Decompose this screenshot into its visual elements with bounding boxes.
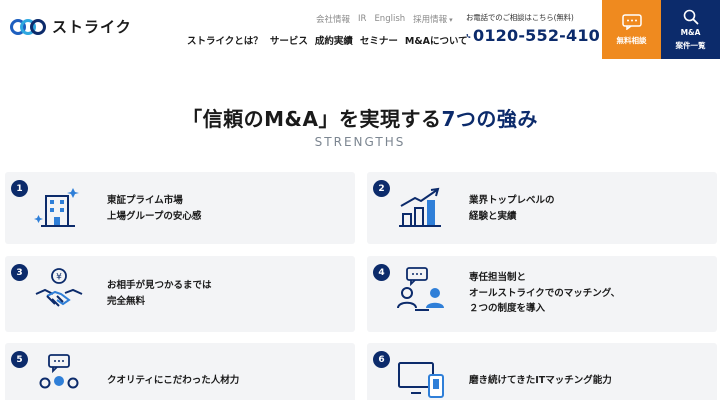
svg-text:¥: ¥ <box>56 273 62 283</box>
phone-icon <box>466 33 471 38</box>
card-line: 経験と実績 <box>469 210 517 222</box>
card-text: 磨き続けてきたITマッチング能力 <box>469 373 612 389</box>
util-link-recruit[interactable]: 採用情報 ▾ <box>413 13 453 25</box>
chat-bubble-icon <box>621 13 642 30</box>
ma-listings-label-2: 案件一覧 <box>675 40 706 50</box>
strength-card-6[interactable]: 6 磨き続けてきたITマッチング能力 <box>367 343 717 400</box>
main-nav: ストライクとは？ サービス 成約実績 セミナー M&Aについて <box>187 33 468 47</box>
free-consultation-button[interactable]: 無料相談 <box>602 0 661 59</box>
growth-chart-icon <box>399 187 441 227</box>
card-line: 上場グループの安心感 <box>107 210 202 222</box>
util-link-ir[interactable]: IR <box>358 14 366 24</box>
number-badge: 6 <box>373 351 390 368</box>
strength-card-5[interactable]: 5 クオリティにこだわった人材力 <box>5 343 355 400</box>
site-header: ストライク 会社情報 IR English 採用情報 ▾ ストライクとは？ サービ… <box>0 0 720 60</box>
ma-listings-label-1: M&A <box>680 28 701 38</box>
number-badge: 1 <box>11 180 28 197</box>
nav-item-results[interactable]: 成約実績 <box>315 33 353 47</box>
card-text: 専任担当制と オールストライクでのマッチング、 ２つの制度を導入 <box>469 270 620 317</box>
card-line: ２つの制度を導入 <box>469 303 546 315</box>
nav-item-seminar[interactable]: セミナー <box>360 33 398 47</box>
phone-caption: お電話でのご相談はこちら(無料) <box>466 13 574 22</box>
number-badge: 2 <box>373 180 390 197</box>
company-logo[interactable]: ストライク <box>10 16 132 37</box>
card-line: クオリティにこだわった人材力 <box>107 375 240 386</box>
card-line: 専任担当制と <box>469 272 527 283</box>
phone-number[interactable]: 0120-552-410 <box>473 26 600 45</box>
building-icon <box>34 188 79 227</box>
card-text: 業界トップレベルの 経験と実績 <box>469 193 555 224</box>
team-chat-icon <box>39 354 79 389</box>
section-title-accent: 7つの強み <box>441 107 538 131</box>
strength-card-4[interactable]: 4 専任担当制と オールストライクでのマッチング、 ２つの制度を導入 <box>367 256 717 332</box>
card-text: 東証プライム市場 上場グループの安心感 <box>107 193 201 224</box>
number-badge: 5 <box>11 351 28 368</box>
free-consultation-label: 無料相談 <box>616 35 647 45</box>
section-title-main: 「信頼のM&A」を実現する <box>182 107 442 131</box>
strength-card-2[interactable]: 2 業界トップレベルの 経験と実績 <box>367 172 717 244</box>
card-line: 磨き続けてきたITマッチング能力 <box>469 375 612 386</box>
nav-item-ma[interactable]: M&Aについて <box>405 33 468 47</box>
logo-mark-icon <box>10 18 46 35</box>
card-text: クオリティにこだわった人材力 <box>107 373 239 389</box>
card-line: お相手が見つかるまでは <box>107 280 212 291</box>
strength-card-3[interactable]: 3 ¥ お相手が見つかるまでは 完全無料 <box>5 256 355 332</box>
phone-row: 0120-552-410 <box>466 26 600 45</box>
card-line: 東証プライム市場 <box>107 195 183 206</box>
section-subtitle: STRENGTHS <box>314 135 406 149</box>
number-badge: 3 <box>11 264 28 281</box>
utility-nav: 会社情報 IR English 採用情報 ▾ <box>316 13 453 25</box>
logo-text: ストライク <box>52 18 132 36</box>
section-title: 「信頼のM&A」を実現する7つの強み <box>0 103 720 132</box>
card-line: 業界トップレベルの <box>469 195 555 206</box>
nav-item-service[interactable]: サービス <box>270 33 308 47</box>
strength-card-1[interactable]: 1 東証プライム市場 上場グループの安心感 <box>5 172 355 244</box>
util-link-recruit-label: 採用情報 <box>413 15 448 25</box>
search-icon <box>683 9 698 25</box>
card-line: 完全無料 <box>107 295 146 307</box>
nav-item-about[interactable]: ストライクとは？ <box>187 33 263 47</box>
ma-listings-button[interactable]: M&A 案件一覧 <box>661 0 720 59</box>
phone-contact: お電話でのご相談はこちら(無料) 0120-552-410 <box>466 12 600 45</box>
card-line: オールストライクでのマッチング、 <box>469 287 621 299</box>
card-text: お相手が見つかるまでは 完全無料 <box>107 278 212 309</box>
number-badge: 4 <box>373 264 390 281</box>
consultant-meeting-icon <box>397 267 444 311</box>
util-link-english[interactable]: English <box>374 14 405 24</box>
chevron-down-icon: ▾ <box>449 16 453 24</box>
devices-icon <box>398 362 444 398</box>
handshake-yen-icon: ¥ <box>35 268 83 307</box>
util-link-company[interactable]: 会社情報 <box>316 13 350 25</box>
